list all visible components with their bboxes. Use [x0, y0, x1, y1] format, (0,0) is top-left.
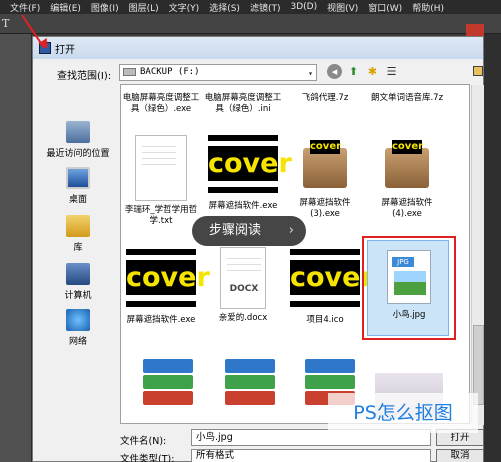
file-item[interactable]: cover 项目4.ico	[285, 243, 374, 326]
place-recent[interactable]: 最近访问的位置	[37, 121, 119, 159]
cancel-button[interactable]: 取消	[436, 449, 484, 462]
file-item[interactable]: 朗文单词语音库.7z	[367, 93, 447, 104]
lookin-value: BACKUP (F:)	[140, 67, 200, 77]
nav-buttons: ◂ ⬆ ✱ ☰	[327, 64, 399, 79]
file-name: 李瑞环_学哲学用哲学.txt	[124, 205, 198, 226]
ps-right-panel	[484, 34, 501, 462]
step-reading-overlay[interactable]: 步骤阅读 ›	[192, 216, 306, 246]
file-name: 屏幕遮挡软件(3).exe	[299, 198, 351, 219]
up-folder-icon[interactable]: ⬆	[346, 64, 361, 79]
filetype-label: 文件类型(T):	[120, 454, 175, 462]
file-name: 电脑屏幕亮度调整工具（绿色）.exe	[122, 93, 200, 114]
file-item[interactable]	[211, 353, 291, 411]
file-item[interactable]: cover 屏幕遮挡软件(4).exe	[367, 129, 447, 220]
vertical-scrollbar[interactable]	[471, 85, 484, 425]
type-tool-icon[interactable]: T	[2, 17, 9, 30]
file-name: 屏幕遮挡软件.exe	[208, 201, 278, 211]
place-label: 库	[73, 243, 83, 253]
dialog-titlebar: 打开	[33, 37, 483, 59]
menu-help[interactable]: 帮助(H)	[412, 1, 444, 14]
back-icon[interactable]: ◂	[327, 64, 342, 79]
filetype-select[interactable]: 所有格式	[191, 449, 431, 462]
network-icon	[66, 309, 90, 331]
menu-window[interactable]: 窗口(W)	[368, 1, 402, 14]
view-menu-icon[interactable]: ☰	[384, 64, 399, 79]
filename-label: 文件名(N):	[120, 436, 167, 447]
place-network[interactable]: 网络	[37, 309, 119, 347]
close-window-button[interactable]	[466, 24, 484, 36]
desktop-icon	[66, 167, 90, 189]
ps-tools-panel	[0, 34, 32, 462]
ps-menu-bar: 文件(F) 编辑(E) 图像(I) 图层(L) 文字(Y) 选择(S) 滤镜(T…	[0, 0, 501, 14]
place-label: 桌面	[68, 195, 87, 205]
file-item[interactable]: cover 屏幕遮挡软件.exe	[121, 243, 210, 326]
file-item[interactable]: 飞鸽代理.7z	[285, 93, 365, 104]
highlight-box	[362, 236, 456, 340]
lookin-combo[interactable]: BACKUP (F:) ▾	[119, 64, 317, 81]
file-item[interactable]: cover 屏幕遮挡软件(3).exe	[285, 129, 365, 220]
text-file-icon	[135, 135, 187, 201]
drive-icon	[123, 68, 136, 76]
menu-3d[interactable]: 3D(D)	[290, 2, 317, 12]
file-item[interactable]: 电脑屏幕亮度调整工具（绿色）.ini	[203, 93, 283, 115]
place-label: 计算机	[64, 291, 92, 301]
place-libraries[interactable]: 库	[37, 215, 119, 253]
menu-filter[interactable]: 滤镜(T)	[250, 1, 281, 14]
cover-exe-icon: cover	[208, 129, 292, 199]
rar-archive-icon	[137, 353, 201, 411]
file-name: 屏幕遮挡软件.exe	[126, 315, 196, 325]
dialog-title: 打开	[55, 44, 75, 56]
menu-edit[interactable]: 编辑(E)	[50, 1, 81, 14]
create-folder-icon[interactable]	[473, 66, 483, 76]
step-reading-label: 步骤阅读	[209, 223, 262, 238]
file-name: 朗文单词语音库.7z	[370, 93, 444, 103]
rar-archive-icon	[219, 353, 283, 411]
menu-select[interactable]: 选择(S)	[209, 1, 240, 14]
menu-layer[interactable]: 图层(L)	[129, 1, 159, 14]
file-name: 屏幕遮挡软件(4).exe	[381, 198, 433, 219]
docx-file-icon: DOCX	[220, 247, 266, 309]
file-item[interactable]	[129, 353, 209, 411]
lookin-label: 查找范围(I):	[57, 71, 112, 82]
computer-icon	[66, 263, 90, 285]
places-bar: 最近访问的位置 桌面 库 计算机 网络	[37, 83, 119, 415]
libraries-icon	[66, 215, 90, 237]
chevron-right-icon: ›	[288, 223, 294, 238]
place-desktop[interactable]: 桌面	[37, 167, 119, 205]
recent-places-icon	[66, 121, 90, 143]
menu-type[interactable]: 文字(Y)	[169, 1, 200, 14]
file-item[interactable]: DOCX 亲爱的.docx	[203, 243, 283, 324]
file-name: 电脑屏幕亮度调整工具（绿色）.ini	[204, 93, 282, 114]
chevron-down-icon: ▾	[308, 69, 313, 78]
place-computer[interactable]: 计算机	[37, 263, 119, 301]
file-item[interactable]: 电脑屏幕亮度调整工具（绿色）.exe	[121, 93, 201, 115]
watermark: PS怎么抠图	[328, 393, 478, 433]
cover-package-icon: cover	[377, 134, 437, 194]
file-item[interactable]: cover 屏幕遮挡软件.exe	[203, 129, 292, 212]
file-name: 项目4.ico	[306, 315, 344, 325]
cover-package-icon: cover	[295, 134, 355, 194]
file-name: 亲爱的.docx	[218, 313, 268, 323]
place-label: 网络	[68, 337, 87, 347]
file-name: 飞鸽代理.7z	[301, 93, 349, 103]
new-folder-icon[interactable]: ✱	[365, 64, 380, 79]
cover-exe-icon: cover	[126, 243, 210, 313]
menu-view[interactable]: 视图(V)	[327, 1, 358, 14]
file-item[interactable]: 李瑞环_学哲学用哲学.txt	[121, 131, 201, 227]
menu-image[interactable]: 图像(I)	[91, 1, 119, 14]
menu-file[interactable]: 文件(F)	[10, 1, 40, 14]
ps-options-bar	[0, 14, 501, 34]
cover-ico-icon: cover	[290, 243, 374, 313]
place-label: 最近访问的位置	[46, 149, 110, 159]
